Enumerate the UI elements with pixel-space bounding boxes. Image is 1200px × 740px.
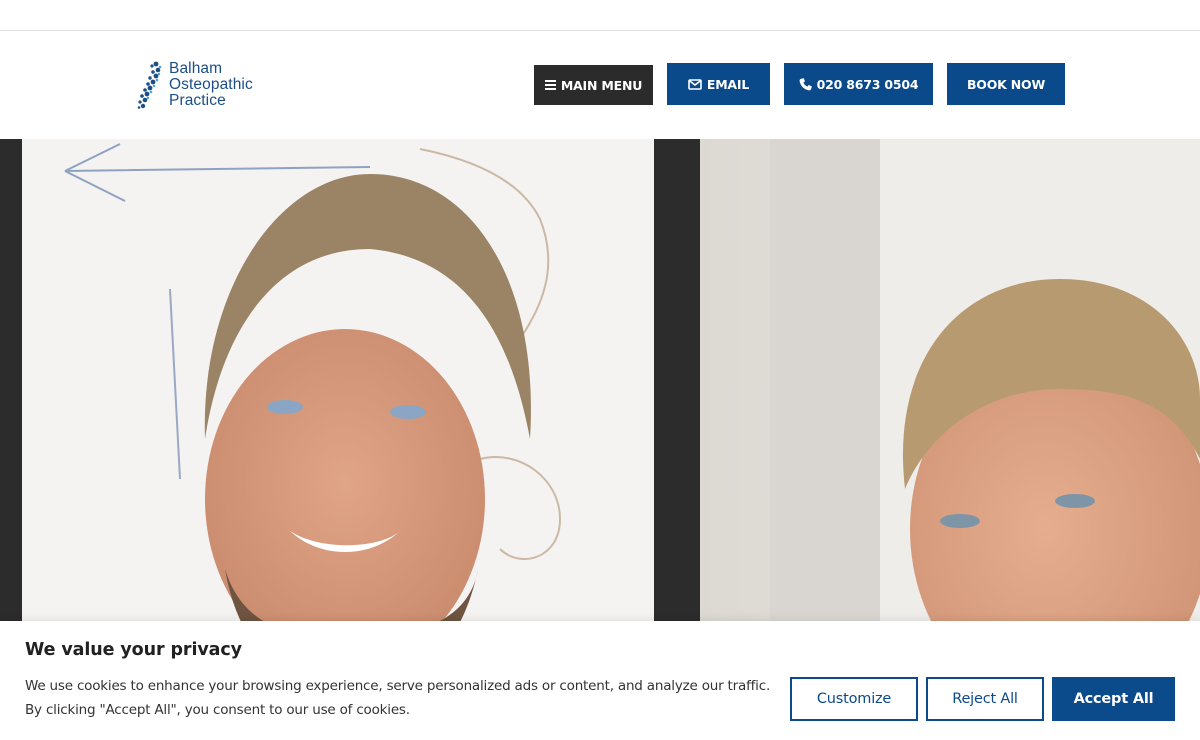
- logo-line-2: Osteopathic: [169, 76, 253, 93]
- cookie-text-line-1: We use cookies to enhance your browsing …: [25, 678, 771, 694]
- spine-logo-icon: [137, 61, 162, 109]
- email-button[interactable]: EMAIL: [667, 63, 770, 105]
- cookie-title: We value your privacy: [25, 640, 242, 660]
- book-now-button[interactable]: BOOK NOW: [947, 63, 1065, 105]
- book-now-label: BOOK NOW: [966, 76, 1046, 92]
- envelope-icon: [688, 78, 702, 90]
- hamburger-icon: [544, 80, 556, 90]
- email-label: EMAIL: [706, 76, 750, 92]
- main-menu-label: MAIN MENU: [560, 77, 643, 93]
- accept-all-button[interactable]: Accept All: [1052, 677, 1175, 721]
- phone-button[interactable]: 020 8673 0504: [784, 63, 933, 105]
- customize-button[interactable]: Customize: [790, 677, 918, 721]
- reject-all-button[interactable]: Reject All: [926, 677, 1044, 721]
- cookie-consent-banner: We value your privacy We use cookies to …: [0, 621, 1200, 740]
- cookie-description: We use cookies to enhance your browsing …: [25, 674, 775, 722]
- site-logo-link[interactable]: Balham Osteopathic Practice: [136, 61, 253, 109]
- phone-icon: [799, 77, 812, 91]
- phone-number-label: 020 8673 0504: [816, 76, 919, 92]
- site-header: Balham Osteopathic Practice MAIN MENU EM…: [0, 31, 1200, 139]
- main-menu-button[interactable]: MAIN MENU: [534, 65, 653, 105]
- logo-line-3: Practice: [169, 92, 226, 109]
- cookie-text-line-2: By clicking "Accept All", you consent to…: [25, 702, 410, 718]
- top-strip: [0, 0, 1200, 31]
- logo-wordmark: Balham Osteopathic Practice: [169, 61, 253, 109]
- logo-line-1: Balham: [169, 60, 223, 77]
